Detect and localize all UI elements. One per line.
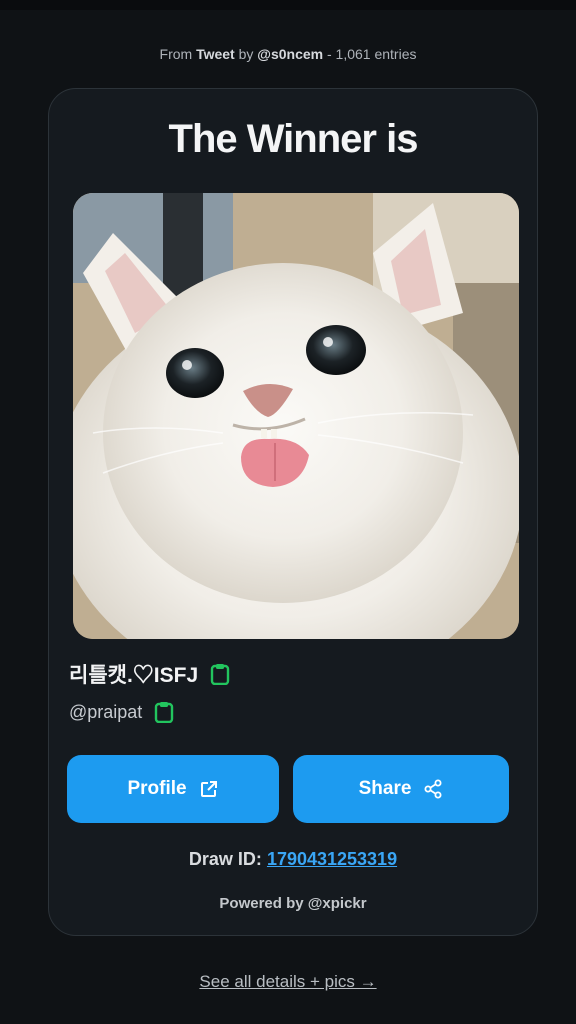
copy-name-clipboard-icon[interactable]: [210, 663, 230, 686]
winner-card: The Winner is 리틀캣.♡ISFJ @praipat Profile…: [48, 88, 538, 936]
source-line: From Tweet by @s0ncem - 1,061 entries: [0, 46, 576, 62]
winner-handle-row: @praipat: [69, 701, 174, 724]
profile-button[interactable]: Profile: [67, 755, 279, 823]
winner-handle[interactable]: @praipat: [69, 702, 142, 723]
source-prefix: From: [159, 46, 193, 62]
draw-id-row: Draw ID: 1790431253319: [49, 849, 537, 870]
source-type: Tweet: [196, 46, 235, 62]
share-button-label: Share: [358, 778, 412, 799]
monitor-edge: [0, 0, 576, 10]
cat-photo-illustration: [73, 193, 519, 639]
copy-handle-clipboard-icon[interactable]: [154, 701, 174, 724]
see-all-details-link[interactable]: See all details + pics →: [0, 972, 576, 992]
draw-id-link[interactable]: 1790431253319: [267, 849, 397, 869]
winner-name: 리틀캣.♡ISFJ: [69, 664, 199, 687]
winner-photo: [73, 193, 519, 639]
source-author[interactable]: @s0ncem: [257, 46, 323, 62]
share-icon: [424, 779, 442, 799]
card-title: The Winner is: [168, 117, 419, 161]
external-link-icon: [200, 781, 217, 797]
draw-id-label: Draw ID:: [188, 849, 262, 869]
share-button[interactable]: Share: [293, 755, 509, 823]
winner-name-row: 리틀캣.♡ISFJ: [69, 659, 230, 689]
source-by: by: [238, 46, 254, 62]
powered-by: Powered by @xpickr: [219, 895, 367, 912]
entries-count: - 1,061 entries: [326, 46, 417, 62]
profile-button-label: Profile: [127, 778, 187, 799]
